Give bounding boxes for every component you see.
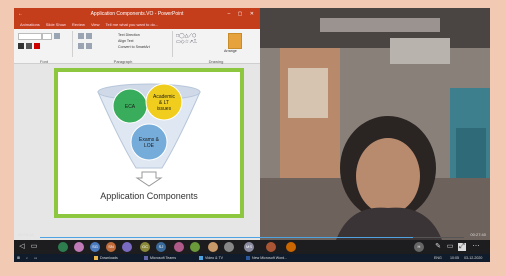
- participant-avatar[interactable]: [58, 242, 68, 252]
- windows-start-icon[interactable]: ⊞: [17, 255, 20, 261]
- font-size-box[interactable]: [42, 33, 52, 40]
- more-icon[interactable]: ⋯: [472, 243, 480, 251]
- participant-avatar[interactable]: [190, 242, 200, 252]
- powerpoint-window: ← Application Components.VO - PowerPoint…: [14, 8, 260, 240]
- participant-avatar[interactable]: H: [414, 242, 424, 252]
- participant-avatar[interactable]: SN: [106, 242, 116, 252]
- total-time: 00:27:40: [470, 232, 486, 237]
- fullscreen-icon[interactable]: ⤢: [458, 243, 466, 251]
- slide-pane: ECA Academic & LT issues Exams & LOE Applicat…: [14, 64, 260, 240]
- italic-icon[interactable]: [26, 43, 32, 49]
- clock-date[interactable]: 03-12-2020: [464, 255, 482, 261]
- captions-icon[interactable]: ▭: [30, 243, 38, 251]
- font-name-box[interactable]: [18, 33, 42, 40]
- current-time: 00:24:18: [18, 232, 34, 237]
- tab-review[interactable]: Review: [72, 20, 85, 29]
- share-icon[interactable]: ▭: [446, 243, 454, 251]
- participant-avatar[interactable]: [224, 242, 234, 252]
- arrange-button[interactable]: Arrange: [224, 49, 237, 53]
- grow-font-icon[interactable]: [54, 33, 60, 39]
- slide-title: Application Components: [100, 191, 198, 201]
- circle-label: ECA: [125, 104, 136, 110]
- participant-avatar[interactable]: [266, 242, 276, 252]
- taskbar: ⊞ ⌕ ▭ Downloads Microsoft Teams Video & …: [14, 254, 490, 262]
- participant-avatar[interactable]: [122, 242, 132, 252]
- video-app-icon: [199, 256, 203, 261]
- participant-avatar[interactable]: SG: [90, 242, 100, 252]
- shapes-gallery[interactable]: □◯△⟋⬡ ▭◇☆↗⎍: [176, 33, 197, 45]
- taskbar-label: New Microsoft Word...: [252, 256, 288, 260]
- arrange-icon[interactable]: [228, 33, 242, 49]
- paragraph-group: Text Direction Align Text Convert to Sma…: [74, 31, 173, 64]
- participant-avatar[interactable]: SJ: [156, 242, 166, 252]
- align-center-icon[interactable]: [86, 43, 92, 49]
- speaker-video-scene: [260, 8, 490, 240]
- taskbar-label: Video & TV: [205, 256, 224, 260]
- participant-avatar[interactable]: MS: [244, 242, 254, 252]
- slide: ECA Academic & LT issues Exams & LOE Applicat…: [54, 68, 244, 218]
- taskbar-item-video[interactable]: Video & TV: [199, 255, 223, 261]
- teams-icon: [144, 256, 148, 261]
- bullets-icon[interactable]: [78, 33, 84, 39]
- title-bar: ← Application Components.VO - PowerPoint…: [14, 8, 260, 20]
- webcam-video: [260, 8, 490, 240]
- ribbon: Font Text Direction Align Text Convert t…: [14, 29, 260, 64]
- pen-icon[interactable]: ✎: [434, 243, 442, 251]
- video-frame: ← Application Components.VO - PowerPoint…: [14, 8, 490, 262]
- font-group: Font: [16, 31, 73, 64]
- ribbon-tabs: Animations Slide Show Review View Tell m…: [14, 20, 260, 29]
- tab-slide-show[interactable]: Slide Show: [46, 20, 66, 29]
- volume-icon[interactable]: ◁: [18, 243, 26, 251]
- participant-avatar[interactable]: [174, 242, 184, 252]
- clock-time[interactable]: 10:05: [450, 255, 459, 261]
- meeting-controls: ◁ ▭ ✎ ▭ ⤢ ⋯ SG SN GC SJ MS H: [14, 240, 490, 254]
- search-icon[interactable]: ⌕: [26, 255, 28, 261]
- tab-view[interactable]: View: [91, 20, 100, 29]
- down-arrow-icon: [135, 171, 163, 187]
- tab-animations[interactable]: Animations: [20, 20, 40, 29]
- participant-avatar[interactable]: [286, 242, 296, 252]
- task-view-icon[interactable]: ▭: [34, 255, 37, 261]
- participant-avatar[interactable]: [74, 242, 84, 252]
- font-color-icon[interactable]: [34, 43, 40, 49]
- seek-slider[interactable]: [40, 237, 464, 238]
- tell-me-box[interactable]: Tell me what you want to do...: [106, 20, 159, 29]
- participant-avatar[interactable]: [208, 242, 218, 252]
- taskbar-item-downloads[interactable]: Downloads: [94, 255, 118, 261]
- taskbar-label: Microsoft Teams: [150, 256, 177, 260]
- bold-icon[interactable]: [18, 43, 24, 49]
- taskbar-label: Downloads: [100, 256, 118, 260]
- seek-progress: [40, 237, 414, 238]
- window-controls[interactable]: – ▢ ✕: [228, 8, 257, 20]
- participant-avatar[interactable]: GC: [140, 242, 150, 252]
- word-icon: [246, 256, 250, 261]
- taskbar-item-teams[interactable]: Microsoft Teams: [144, 255, 176, 261]
- convert-smartart-button[interactable]: Convert to SmartArt: [118, 44, 150, 50]
- window-title: Application Components.VO - PowerPoint: [90, 11, 184, 17]
- taskbar-item-word[interactable]: New Microsoft Word...: [246, 255, 287, 261]
- numbering-icon[interactable]: [86, 33, 92, 39]
- drawing-group: □◯△⟋⬡ ▭◇☆↗⎍ Arrange Drawing: [174, 31, 258, 64]
- align-left-icon[interactable]: [78, 43, 84, 49]
- language-indicator[interactable]: ENG: [434, 255, 442, 261]
- folder-icon: [94, 256, 98, 261]
